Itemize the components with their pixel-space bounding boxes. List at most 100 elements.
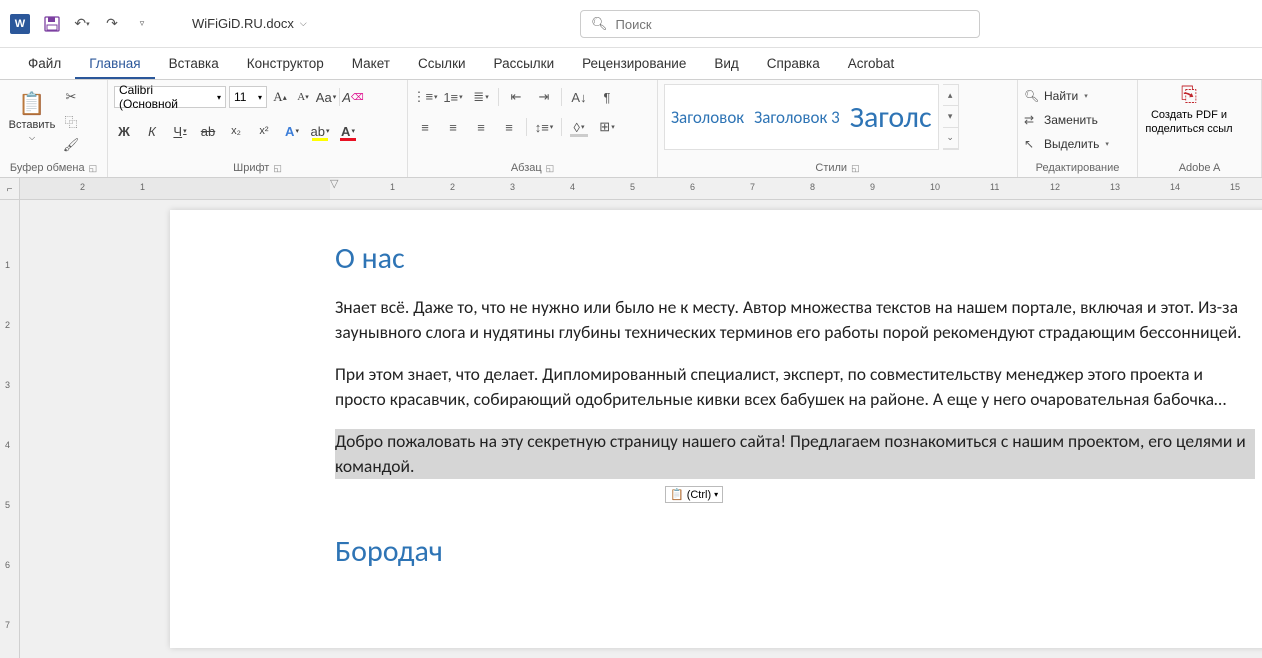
format-painter-icon[interactable]: 🖌	[62, 136, 80, 154]
document-area: 1 2 3 4 5 6 7 О нас Знает всё. Даже то, …	[0, 200, 1262, 658]
superscript-button[interactable]: x²	[254, 121, 274, 141]
cursor-icon: ↖	[1024, 137, 1038, 151]
ruler-tick: 5	[630, 182, 635, 192]
redo-icon[interactable]: ↷	[102, 14, 122, 34]
document-filename[interactable]: WiFiGiD.RU.docx ⌵	[192, 16, 307, 31]
group-adobe: ⎘ Создать PDF и поделиться ссыл Adobe A	[1138, 80, 1262, 177]
clear-format-icon[interactable]: A⌫	[343, 87, 363, 107]
borders-icon[interactable]: ⊞▾	[596, 117, 618, 137]
font-color-button[interactable]: A▾	[338, 121, 358, 141]
shrink-font-icon[interactable]: A▾	[293, 87, 313, 107]
undo-icon[interactable]: ↶▾	[72, 14, 92, 34]
ruler-tick: 4	[570, 182, 575, 192]
select-button[interactable]: ↖Выделить▾	[1024, 134, 1109, 154]
paragraph-1: Знает всё. Даже то, что не нужно или был…	[335, 295, 1255, 346]
page-viewport[interactable]: О нас Знает всё. Даже то, что не нужно и…	[20, 200, 1262, 658]
style-heading[interactable]: Заголовок	[671, 107, 744, 128]
indent-marker-icon[interactable]: ▽	[330, 177, 338, 190]
tab-acrobat[interactable]: Acrobat	[834, 50, 909, 79]
search-icon: 🔍︎	[591, 16, 608, 32]
tab-review[interactable]: Рецензирование	[568, 50, 700, 79]
replace-button[interactable]: ⇄Заменить	[1024, 110, 1098, 130]
align-center-icon[interactable]: ≡	[442, 117, 464, 137]
styles-scroll[interactable]: ▴ ▾ ⌄	[943, 84, 959, 150]
bullets-icon[interactable]: ⋮≡▾	[414, 87, 436, 107]
tab-insert[interactable]: Вставка	[155, 50, 233, 79]
quick-access-toolbar: ↶▾ ↷ ▿	[42, 14, 152, 34]
style-title[interactable]: Заголс	[850, 99, 932, 136]
dialog-launcher-icon[interactable]: ◱	[546, 163, 555, 174]
ruler-tick: 14	[1170, 182, 1180, 192]
tab-references[interactable]: Ссылки	[404, 50, 480, 79]
ruler-corner[interactable]: ⌐	[0, 178, 20, 200]
highlight-button[interactable]: ab▾	[310, 121, 330, 141]
dialog-launcher-icon[interactable]: ◱	[89, 163, 98, 174]
style-heading3[interactable]: Заголовок 3	[754, 107, 840, 128]
strike-button[interactable]: ab	[198, 121, 218, 141]
sort-icon[interactable]: A↓	[568, 87, 590, 107]
dialog-launcher-icon[interactable]: ◱	[273, 163, 282, 174]
search-input[interactable]	[616, 17, 969, 32]
align-right-icon[interactable]: ≡	[470, 117, 492, 137]
find-button[interactable]: 🔍︎Найти▾	[1024, 86, 1088, 106]
tab-home[interactable]: Главная	[75, 50, 154, 79]
document-page[interactable]: О нас Знает всё. Даже то, что не нужно и…	[170, 210, 1262, 648]
adobe-line2: поделиться ссыл	[1145, 123, 1232, 135]
ruler-tick: 2	[5, 320, 10, 330]
indent-right-icon[interactable]: ⇥	[533, 87, 555, 107]
styles-gallery[interactable]: Заголовок Заголовок 3 Заголс	[664, 84, 939, 150]
multilevel-icon[interactable]: ≣▾	[470, 87, 492, 107]
search-box[interactable]: 🔍︎	[580, 10, 980, 38]
text-effects-button[interactable]: A▾	[282, 121, 302, 141]
subscript-button[interactable]: x₂	[226, 121, 246, 141]
title-bar: W ↶▾ ↷ ▿ WiFiGiD.RU.docx ⌵ 🔍︎	[0, 0, 1262, 48]
paste-hint-text: (Ctrl)	[687, 489, 711, 501]
paragraph-2: При этом знает, что делает. Дипломирован…	[335, 362, 1255, 413]
tab-view[interactable]: Вид	[700, 50, 752, 79]
grow-font-icon[interactable]: A▴	[270, 87, 290, 107]
underline-button[interactable]: Ч▾	[170, 121, 190, 141]
heading-borodach: Бородач	[335, 533, 1262, 570]
adobe-line1: Создать PDF и	[1151, 109, 1227, 121]
italic-button[interactable]: К	[142, 121, 162, 141]
justify-icon[interactable]: ≡	[498, 117, 520, 137]
save-icon[interactable]	[42, 14, 62, 34]
numbering-icon[interactable]: 1≡▾	[442, 87, 464, 107]
vertical-ruler[interactable]: 1 2 3 4 5 6 7	[0, 200, 20, 658]
qat-dropdown-icon[interactable]: ▿	[132, 14, 152, 34]
chevron-down-icon[interactable]: ▾	[943, 106, 958, 127]
ruler-tick: 2	[450, 182, 455, 192]
ruler-tick: 13	[1110, 182, 1120, 192]
create-pdf-button[interactable]: ⎘ Создать PDF и поделиться ссыл	[1144, 84, 1234, 135]
dialog-launcher-icon[interactable]: ◱	[851, 163, 860, 174]
pilcrow-icon[interactable]: ¶	[596, 87, 618, 107]
tab-design[interactable]: Конструктор	[233, 50, 338, 79]
ruler-tick: 9	[870, 182, 875, 192]
tab-help[interactable]: Справка	[753, 50, 834, 79]
chevron-down-icon: ▾	[714, 490, 718, 499]
font-name-combo[interactable]: Calibri (Основной▾	[114, 86, 226, 108]
indent-left-icon[interactable]: ⇤	[505, 87, 527, 107]
paste-button[interactable]: 📋 Вставить ⌵	[6, 84, 58, 150]
ruler-tick: 3	[5, 380, 10, 390]
font-size-combo[interactable]: 11▾	[229, 86, 267, 108]
change-case-icon[interactable]: Aa▾	[316, 87, 336, 107]
align-left-icon[interactable]: ≡	[414, 117, 436, 137]
shading-icon[interactable]: ◊▾	[568, 117, 590, 137]
tab-file[interactable]: Файл	[14, 50, 75, 79]
ruler-tick: 5	[5, 500, 10, 510]
tab-mailings[interactable]: Рассылки	[480, 50, 569, 79]
ruler-tick: 1	[390, 182, 395, 192]
ruler-tick: 6	[690, 182, 695, 192]
copy-icon[interactable]: ⿻	[62, 112, 80, 130]
chevron-down-icon: ⌵	[29, 133, 35, 143]
tab-layout[interactable]: Макет	[338, 50, 404, 79]
cut-icon[interactable]: ✂	[62, 88, 80, 106]
line-spacing-icon[interactable]: ↕≡▾	[533, 117, 555, 137]
horizontal-ruler[interactable]: ⌐ ▽ 2 1 1 2 3 4 5 6 7 8 9 10 11 12 13 14…	[0, 178, 1262, 200]
paste-options-button[interactable]: 📋 (Ctrl) ▾	[665, 486, 723, 503]
styles-more-icon[interactable]: ⌄	[943, 128, 958, 149]
bold-button[interactable]: Ж	[114, 121, 134, 141]
ruler-tick: 10	[930, 182, 940, 192]
chevron-up-icon[interactable]: ▴	[943, 85, 958, 106]
